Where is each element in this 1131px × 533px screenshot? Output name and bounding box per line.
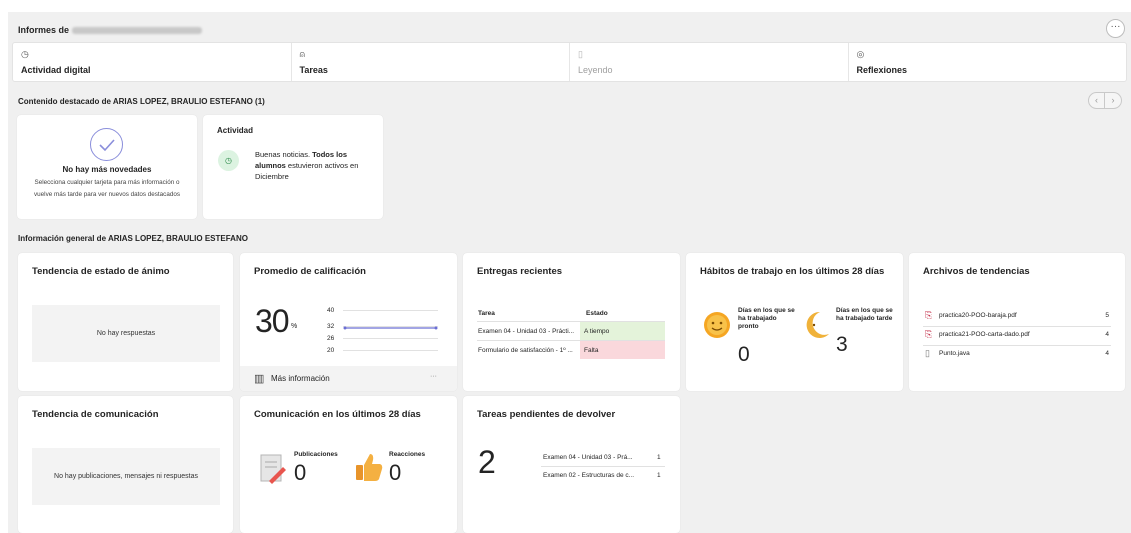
sun-icon [704, 312, 730, 338]
communication-trend-card[interactable]: Tendencia de comunicación No hay publica… [18, 396, 233, 533]
activity-card-title: Actividad [217, 126, 254, 135]
featured-nav: ‹ › [1088, 92, 1122, 109]
post-icon [260, 454, 286, 484]
posts-label: Publicaciones [294, 451, 338, 458]
submission-state: Falta [584, 347, 599, 354]
reports-page: Informes de ··· ◷ Actividad digital ⍝ Ta… [8, 12, 1131, 533]
pending-return-card[interactable]: Tareas pendientes de devolver 2 Examen 0… [463, 396, 680, 533]
card-title: Comunicación en los últimos 28 días [254, 409, 421, 420]
tab-digital-activity[interactable]: ◷ Actividad digital [13, 43, 292, 81]
empty-state: No hay publicaciones, mensajes ni respue… [32, 448, 220, 505]
grade-tick: 32 [327, 323, 335, 330]
more-options-button[interactable]: ··· [1106, 19, 1125, 38]
gridline [343, 350, 438, 351]
file-count: 4 [1105, 331, 1109, 338]
card-title: Tareas pendientes de devolver [477, 409, 616, 420]
recent-submissions-card[interactable]: Entregas recientes Tarea Estado Examen 0… [463, 253, 680, 391]
clock-icon: ◷ [21, 49, 29, 59]
grade-tick: 20 [327, 347, 335, 354]
pending-task-count: 1 [657, 472, 661, 479]
submission-task[interactable]: Examen 04 - Unidad 03 - Prácti... [478, 328, 574, 335]
card-title: Archivos de tendencias [923, 266, 1030, 277]
pending-task[interactable]: Examen 02 - Estructuras de c... [543, 472, 634, 479]
submission-task[interactable]: Formulario de satisfacción - 1º ... [478, 347, 573, 354]
more-info-link[interactable]: Más información [271, 374, 330, 383]
grade-trend-line [343, 326, 438, 330]
work-habits-card[interactable]: Hábitos de trabajo en los últimos 28 día… [686, 253, 903, 391]
tab-label: Reflexiones [856, 65, 908, 75]
tab-label: Actividad digital [21, 65, 91, 75]
thumbs-up-icon [356, 454, 383, 481]
late-work-label: Días en los que se ha trabajado tarde [836, 307, 893, 322]
divider [541, 466, 665, 467]
tab-reflections[interactable]: ◎ Reflexiones [849, 43, 1127, 81]
activity-highlight-card[interactable]: Actividad ◷ Buenas noticias. Todos los a… [203, 115, 383, 219]
clock-icon: ◷ [218, 150, 239, 171]
file-count: 4 [1105, 350, 1109, 357]
card-title: Entregas recientes [477, 266, 563, 277]
card-title: Promedio de calificación [254, 266, 366, 277]
activity-message: Buenas noticias. Todos los alumnos estuv… [255, 149, 375, 182]
grade-unit: % [291, 323, 298, 330]
early-work-value: 0 [738, 343, 750, 366]
file-count: 5 [1105, 312, 1109, 319]
reports-title-prefix: Informes de [18, 25, 70, 35]
next-arrow-button[interactable]: › [1105, 92, 1122, 109]
card-title: Hábitos de trabajo en los últimos 28 día… [700, 266, 885, 277]
posts-value: 0 [294, 460, 307, 485]
file-name: practica20-POO-baraja.pdf [939, 312, 1017, 319]
pending-count: 2 [478, 444, 496, 480]
tab-reading[interactable]: ▯ Leyendo [570, 43, 849, 81]
file-name: Punto.java [939, 350, 970, 357]
featured-title: Contenido destacado de ARIAS LOPEZ, BRAU… [18, 97, 265, 106]
report-tabs: ◷ Actividad digital ⍝ Tareas ▯ Leyendo ◎… [12, 42, 1127, 82]
early-work-label: Días en los que se ha trabajado pronto [738, 307, 795, 330]
grade-tick: 26 [327, 335, 335, 342]
chart-icon: ▥ [254, 373, 265, 385]
grade-average-card[interactable]: Promedio de calificación 30 % 40 32 26 2… [240, 253, 457, 391]
reactions-label: Reacciones [389, 451, 426, 458]
no-news-card[interactable]: No hay más novedades Selecciona cualquie… [17, 115, 197, 219]
card-title: Tendencia de comunicación [32, 409, 159, 420]
card-menu-button[interactable]: ··· [430, 373, 437, 380]
pdf-icon: ⎘ [925, 329, 933, 339]
grade-tick: 40 [327, 307, 335, 314]
activity-message-pre: Buenas noticias. [255, 150, 313, 159]
checkmark-icon [90, 128, 123, 161]
col-header-task: Tarea [478, 310, 495, 317]
trending-files-card[interactable]: Archivos de tendencias ⎘ practica20-POO-… [909, 253, 1125, 391]
overview-title: Información general de ARIAS LOPEZ, BRAU… [18, 234, 248, 243]
col-header-state: Estado [586, 310, 608, 317]
pending-task-count: 1 [657, 454, 661, 461]
communication-28-days-card[interactable]: Comunicación en los últimos 28 días Publ… [240, 396, 457, 533]
prev-arrow-button[interactable]: ‹ [1088, 92, 1105, 109]
redacted-student-name [72, 27, 203, 35]
mood-trend-card[interactable]: Tendencia de estado de ánimo No hay resp… [18, 253, 233, 391]
no-news-description: Selecciona cualquier tarjeta para más in… [34, 179, 180, 198]
reactions-value: 0 [389, 460, 402, 485]
empty-state: No hay respuestas [32, 305, 220, 362]
moon-icon [806, 311, 829, 338]
submission-state: A tiempo [584, 328, 610, 335]
divider [923, 345, 1111, 346]
reflect-icon: ◎ [856, 49, 865, 59]
divider [923, 326, 1111, 327]
card-title: Tendencia de estado de ánimo [32, 266, 170, 277]
reports-title: Informes de [18, 25, 203, 35]
book-icon: ▯ [578, 49, 583, 59]
no-news-title: No hay más novedades [62, 165, 152, 174]
file-row[interactable]: ▯ Punto.java 4 [923, 348, 1111, 366]
pending-task[interactable]: Examen 04 - Unidad 03 - Prá... [543, 454, 633, 461]
late-work-value: 3 [836, 333, 848, 356]
tab-assignments[interactable]: ⍝ Tareas [292, 43, 570, 81]
tab-label: Leyendo [578, 65, 613, 75]
gridline [343, 310, 438, 311]
file-name: practica21-POO-carta-dado.pdf [939, 331, 1030, 338]
backpack-icon: ⍝ [299, 49, 305, 59]
tab-label: Tareas [299, 65, 328, 75]
pdf-icon: ⎘ [925, 310, 933, 320]
document-icon: ▯ [925, 348, 930, 358]
gridline [343, 338, 438, 339]
grade-value: 30 [255, 303, 290, 339]
